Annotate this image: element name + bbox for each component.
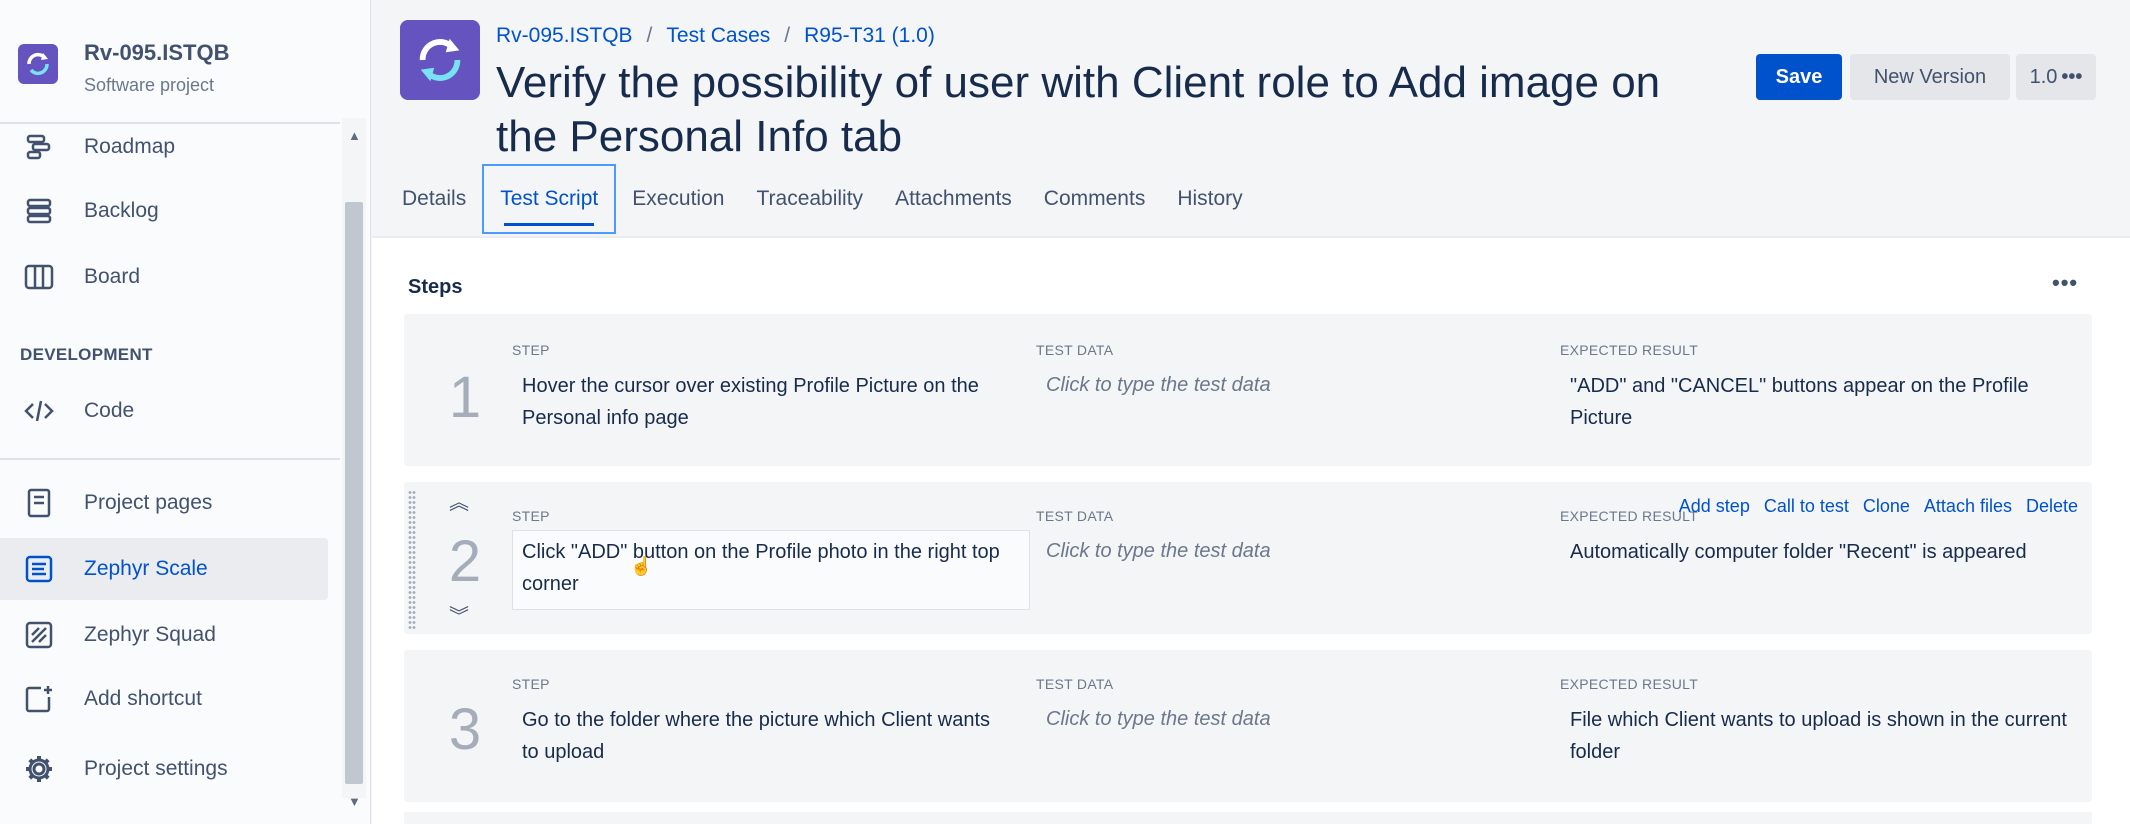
step-number: 3	[448, 697, 482, 762]
page-icon	[22, 486, 56, 520]
sidebar-item-zephyr-scale[interactable]: Zephyr Scale	[0, 538, 328, 600]
breadcrumb-separator: /	[784, 24, 791, 47]
sidebar-item-label: Code	[84, 399, 135, 422]
scroll-up-arrow-icon[interactable]: ▲	[348, 128, 361, 143]
sidebar-item-label: Zephyr Scale	[84, 557, 208, 580]
section-heading-development: DEVELOPMENT	[20, 345, 153, 364]
drag-handle-icon[interactable]	[408, 490, 416, 630]
step-number: 2	[448, 529, 482, 594]
clone-link[interactable]: Clone	[1863, 496, 1910, 517]
board-icon	[22, 260, 56, 294]
tab-details[interactable]: Details	[400, 164, 482, 234]
sidebar-item-add-shortcut[interactable]: Add shortcut	[0, 668, 328, 730]
sidebar-item-label: Zephyr Squad	[84, 623, 216, 646]
test-data-column-label: TEST DATA	[1036, 342, 1114, 358]
step-column-label: STEP	[512, 676, 550, 692]
divider	[0, 458, 340, 460]
scrollbar-thumb[interactable]	[345, 202, 363, 784]
delete-link[interactable]: Delete	[2026, 496, 2078, 517]
more-dots-icon: •••	[2061, 65, 2083, 88]
roadmap-icon	[22, 130, 56, 164]
sidebar-item-zephyr-squad[interactable]: Zephyr Squad	[0, 604, 328, 666]
version-label: 1.0	[2029, 65, 2058, 88]
expected-result[interactable]: Automatically computer folder "Recent" i…	[1570, 536, 2070, 568]
tab-test-script[interactable]: Test Script	[482, 164, 617, 234]
page-title[interactable]: Verify the possibility of user with Clie…	[496, 56, 1726, 164]
call-to-test-link[interactable]: Call to test	[1764, 496, 1849, 517]
tab-bar: Details Test Script Execution Traceabili…	[400, 164, 1259, 234]
test-data-column-label: TEST DATA	[1036, 676, 1114, 692]
step-number: 1	[448, 365, 482, 430]
step-description[interactable]: Hover the cursor over existing Profile P…	[522, 370, 1012, 434]
expected-result-column-label: EXPECTED RESULT	[1560, 676, 1699, 692]
step-row-1[interactable]: 1 STEP TEST DATA EXPECTED RESULT Hover t…	[404, 314, 2092, 466]
step-row-4-partial[interactable]	[404, 812, 2092, 824]
breadcrumb-separator: /	[646, 24, 653, 47]
scroll-down-arrow-icon[interactable]: ▼	[348, 794, 361, 809]
attach-files-link[interactable]: Attach files	[1924, 496, 2012, 517]
test-data-field[interactable]: Click to type the test data	[1046, 374, 1271, 397]
gear-icon	[22, 752, 56, 786]
steps-heading: Steps	[408, 276, 463, 298]
project-header[interactable]: Rv-095.ISTQB Software project	[0, 0, 370, 122]
sidebar: Rv-095.ISTQB Software project Roadmap Ba…	[0, 0, 371, 824]
tab-attachments[interactable]: Attachments	[879, 164, 1028, 234]
test-data-column-label: TEST DATA	[1036, 508, 1114, 524]
sidebar-item-label: Board	[84, 265, 141, 288]
sidebar-item-label: Project pages	[84, 491, 213, 514]
expected-result[interactable]: File which Client wants to upload is sho…	[1570, 704, 2070, 768]
expected-result[interactable]: "ADD" and "CANCEL" buttons appear on the…	[1570, 370, 2070, 434]
tab-traceability[interactable]: Traceability	[740, 164, 879, 234]
sidebar-item-label: Add shortcut	[84, 687, 202, 710]
pointer-cursor-icon: ☝	[630, 556, 653, 576]
step-column-label: STEP	[512, 508, 550, 524]
sidebar-item-board[interactable]: Board	[0, 246, 328, 308]
code-icon	[22, 394, 56, 428]
step-description[interactable]: Click "ADD" button on the Profile photo …	[522, 536, 1012, 600]
sidebar-item-label: Backlog	[84, 199, 159, 222]
test-case-logo-icon	[400, 20, 480, 100]
sidebar-item-label: Roadmap	[84, 135, 176, 158]
version-menu-button[interactable]: 1.0 •••	[2016, 54, 2096, 100]
zephyr-scale-icon	[22, 552, 56, 586]
project-name: Rv-095.ISTQB	[84, 40, 230, 65]
step-description[interactable]: Go to the folder where the picture which…	[522, 704, 1012, 768]
save-button[interactable]: Save	[1756, 54, 1842, 100]
tab-comments[interactable]: Comments	[1028, 164, 1162, 234]
new-version-button[interactable]: New Version	[1850, 54, 2010, 100]
zephyr-squad-icon	[22, 618, 56, 652]
test-data-field[interactable]: Click to type the test data	[1046, 540, 1271, 563]
sidebar-item-backlog[interactable]: Backlog	[0, 180, 328, 242]
steps-more-menu-icon[interactable]: •••	[2052, 270, 2078, 296]
tab-history[interactable]: History	[1161, 164, 1258, 234]
step-column-label: STEP	[512, 342, 550, 358]
sidebar-item-project-pages[interactable]: Project pages	[0, 472, 328, 534]
breadcrumb-test-cases-link[interactable]: Test Cases	[666, 24, 770, 48]
expected-result-column-label: EXPECTED RESULT	[1560, 508, 1699, 524]
sidebar-item-code[interactable]: Code	[0, 380, 328, 442]
tab-execution[interactable]: Execution	[616, 164, 740, 234]
move-up-icon[interactable]: ︽	[444, 486, 474, 515]
expected-result-column-label: EXPECTED RESULT	[1560, 342, 1699, 358]
test-data-field[interactable]: Click to type the test data	[1046, 708, 1271, 731]
breadcrumb-project-link[interactable]: Rv-095.ISTQB	[496, 24, 633, 48]
project-avatar-icon	[18, 44, 58, 84]
backlog-icon	[22, 194, 56, 228]
breadcrumb: Rv-095.ISTQB / Test Cases / R95-T31 (1.0…	[496, 24, 935, 48]
step-actions: Add step Call to test Clone Attach files…	[1679, 496, 2078, 517]
add-shortcut-icon	[22, 682, 56, 716]
step-row-2[interactable]: ︽ 2 ︾ STEP TEST DATA EXPECTED RESULT Cli…	[404, 482, 2092, 634]
project-type: Software project	[84, 75, 215, 95]
sidebar-item-project-settings[interactable]: Project settings	[0, 738, 328, 800]
add-step-link[interactable]: Add step	[1679, 496, 1750, 517]
sidebar-item-label: Project settings	[84, 757, 228, 780]
sidebar-item-roadmap[interactable]: Roadmap	[0, 116, 328, 178]
move-down-icon[interactable]: ︾	[444, 600, 474, 629]
breadcrumb-test-case-link[interactable]: R95-T31 (1.0)	[804, 24, 935, 48]
step-row-3[interactable]: 3 STEP TEST DATA EXPECTED RESULT Go to t…	[404, 650, 2092, 802]
